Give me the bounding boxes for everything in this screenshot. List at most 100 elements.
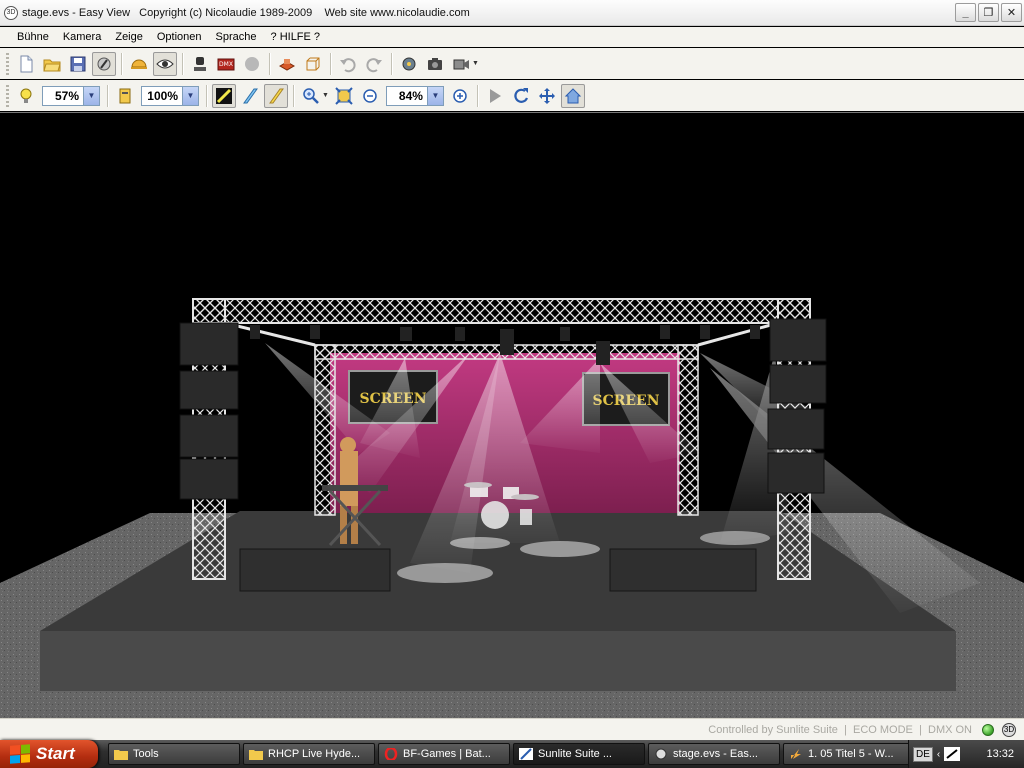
tray-expand-icon[interactable]: ‹ — [937, 749, 940, 760]
tray-app-icon[interactable] — [944, 747, 961, 761]
dmx-icon[interactable]: DMX — [214, 52, 238, 76]
toolbar-separator — [391, 52, 392, 75]
folder-icon — [249, 750, 263, 760]
winamp-icon — [791, 749, 801, 759]
menu-kamera[interactable]: Kamera — [56, 31, 109, 43]
task-list: Tools RHCP Live Hyde... BF-Games | Bat..… — [108, 743, 915, 765]
clock[interactable]: 13:32 — [986, 748, 1014, 760]
light-bulb-icon[interactable] — [14, 84, 38, 108]
opacity-value: 100% — [147, 88, 178, 103]
toolbar-separator — [182, 52, 183, 75]
view-zoom-select[interactable]: 84% ▼ — [385, 85, 444, 106]
eye-view-icon[interactable] — [153, 51, 177, 76]
home-view-icon[interactable] — [560, 83, 585, 108]
task-winamp[interactable]: 1. 05 Titel 5 - W... — [783, 743, 915, 765]
task-label: stage.evs - Eas... — [673, 748, 758, 760]
rotate-icon[interactable] — [509, 84, 533, 108]
status-separator: | — [912, 723, 928, 736]
move-icon[interactable] — [535, 84, 559, 108]
zoom-reset-icon[interactable] — [448, 84, 472, 108]
window-controls: _ ❐ ✕ — [955, 3, 1022, 22]
task-bf-games[interactable]: BF-Games | Bat... — [378, 743, 510, 765]
beam-color-icon[interactable] — [264, 83, 288, 108]
open-folder-icon[interactable] — [40, 52, 64, 76]
window-title: stage.evs - Easy View Copyright (c) Nico… — [22, 6, 470, 19]
menu-bar: Bühne Kamera Zeige Optionen Sprache ? HI… — [0, 27, 1024, 47]
zoom-out-icon[interactable] — [358, 84, 382, 108]
minimize-button[interactable]: _ — [955, 3, 976, 22]
task-label: Tools — [133, 748, 159, 760]
task-label: RHCP Live Hyde... — [268, 748, 361, 760]
sunlite-status-icon[interactable]: 3D — [1002, 722, 1016, 737]
status-eco-mode: ECO MODE — [853, 723, 913, 736]
fit-view-icon[interactable] — [332, 84, 356, 108]
status-separator: | — [837, 723, 853, 736]
video-camera-icon[interactable] — [449, 52, 473, 76]
dmx-status-led-icon — [982, 723, 994, 736]
toolbar-separator — [269, 52, 270, 75]
taskbar: Start Tools RHCP Live Hyde... BF-Games |… — [0, 740, 1024, 768]
status-dmx: DMX ON — [928, 723, 972, 736]
objects-icon[interactable] — [275, 52, 299, 76]
toolbar-grip[interactable] — [6, 52, 9, 75]
film-settings-icon[interactable] — [397, 52, 421, 76]
select-arrow-icon[interactable] — [483, 84, 507, 108]
task-label: 1. 05 Titel 5 - W... — [808, 748, 894, 760]
task-sunlite-suite[interactable]: Sunlite Suite ... — [513, 743, 645, 765]
fixture-info-icon[interactable] — [113, 84, 137, 108]
camera-icon[interactable] — [423, 52, 447, 76]
easyview-icon — [655, 748, 667, 760]
app-icon[interactable]: 3D — [4, 5, 18, 20]
menu-zeige[interactable]: Zeige — [108, 31, 150, 43]
chevron-down-icon[interactable]: ▼ — [83, 86, 99, 105]
title-bar: 3D stage.evs - Easy View Copyright (c) N… — [0, 0, 1024, 26]
toolbar-separator — [476, 84, 478, 107]
menu-sprache[interactable]: Sprache — [209, 31, 264, 43]
toolbar-separator — [206, 84, 207, 107]
status-controlled-by: Controlled by Sunlite Suite — [708, 723, 838, 736]
dropdown-arrow-icon[interactable]: ▼ — [472, 60, 479, 67]
view-toolbar: 57% ▼ 100% ▼ ▼ 84% ▼ — [0, 80, 1024, 111]
opacity-select[interactable]: 100% ▼ — [141, 85, 199, 106]
toolbar-grip[interactable] — [6, 84, 9, 107]
zoom-in-icon[interactable] — [299, 84, 323, 108]
menu-buhne[interactable]: Bühne — [10, 31, 56, 43]
toolbar-separator — [107, 84, 108, 107]
pointer-tool-icon[interactable] — [92, 51, 116, 76]
moving-head-icon[interactable] — [188, 52, 212, 76]
task-label: BF-Games | Bat... — [403, 748, 491, 760]
maximize-button[interactable]: ❐ — [978, 3, 999, 22]
record-disabled-icon[interactable] — [240, 52, 264, 76]
chevron-down-icon[interactable]: ▼ — [426, 86, 443, 105]
task-tools[interactable]: Tools — [108, 743, 240, 765]
cube-wireframe-icon[interactable] — [301, 52, 325, 76]
task-stage-evs[interactable]: stage.evs - Eas... — [648, 743, 780, 765]
save-icon[interactable] — [66, 52, 90, 76]
new-file-icon[interactable] — [14, 52, 38, 76]
language-indicator[interactable]: DE — [913, 746, 933, 762]
stage-front — [40, 631, 956, 691]
beam-render-icon[interactable] — [212, 83, 236, 108]
toolbar-separator — [330, 52, 331, 75]
dropdown-arrow-icon[interactable]: ▼ — [322, 92, 329, 99]
task-label: Sunlite Suite ... — [538, 748, 612, 760]
light-zoom-value: 57% — [54, 88, 79, 103]
undo-icon[interactable] — [336, 52, 360, 76]
chevron-down-icon[interactable]: ▼ — [182, 86, 198, 105]
truss-back-right — [677, 344, 699, 516]
close-button[interactable]: ✕ — [1001, 3, 1022, 22]
start-button[interactable]: Start — [0, 740, 98, 768]
light-zoom-select[interactable]: 57% ▼ — [42, 85, 100, 106]
task-rhcp[interactable]: RHCP Live Hyde... — [243, 743, 375, 765]
view-zoom-value: 84% — [398, 88, 423, 103]
status-bar: Controlled by Sunlite Suite | ECO MODE |… — [0, 718, 1024, 740]
folder-icon — [114, 750, 128, 760]
beam-blue-icon[interactable] — [238, 84, 262, 108]
stage-3d-viewport[interactable]: SCREEN SCREEN — [0, 112, 1024, 718]
redo-icon[interactable] — [362, 52, 386, 76]
stage-scene: SCREEN SCREEN — [0, 298, 1024, 718]
helmet-icon[interactable] — [127, 52, 151, 76]
menu-hilfe[interactable]: ? HILFE ? — [264, 31, 328, 43]
menu-optionen[interactable]: Optionen — [150, 31, 209, 43]
windows-logo-icon — [10, 744, 30, 764]
